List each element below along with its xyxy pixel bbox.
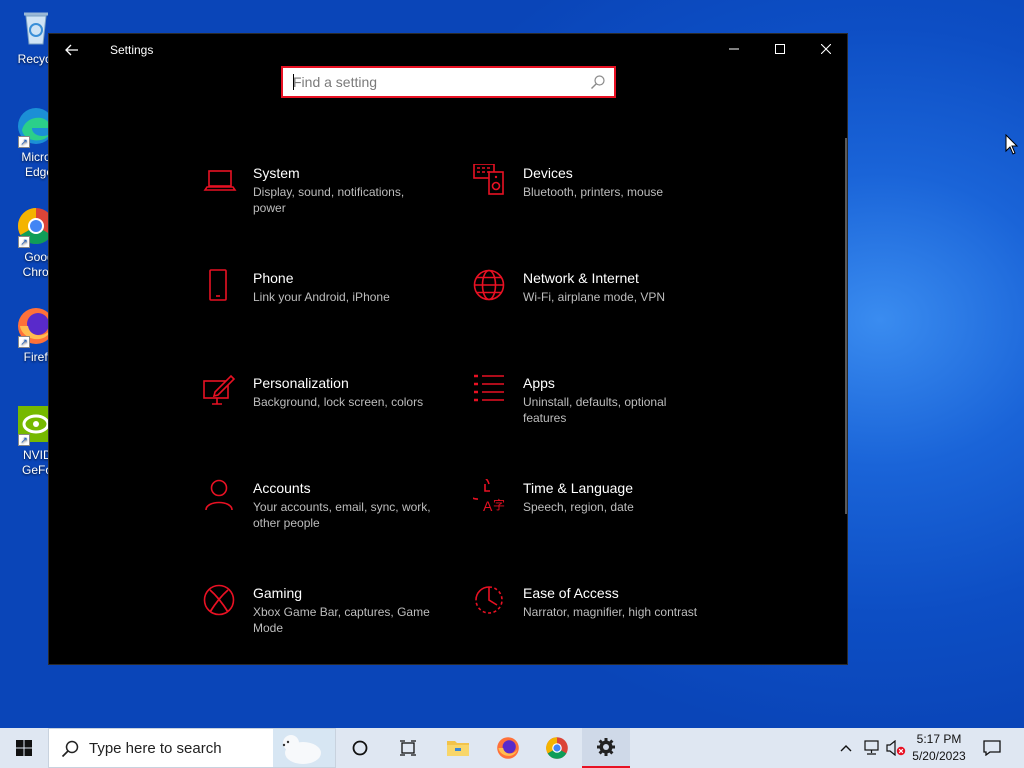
- taskbar-search-box[interactable]: Type here to search: [48, 728, 336, 768]
- category-accounts[interactable]: Accounts Your accounts, email, sync, wor…: [203, 479, 443, 549]
- chrome-icon: [546, 737, 568, 759]
- show-hidden-icons-button[interactable]: [836, 728, 856, 768]
- shortcut-arrow-icon: ↗: [18, 434, 30, 446]
- globe-icon: [473, 269, 507, 303]
- category-title: Ease of Access: [523, 585, 619, 601]
- task-view-button[interactable]: [384, 728, 432, 768]
- scrollbar[interactable]: [845, 138, 847, 514]
- folder-icon: [447, 741, 469, 756]
- network-tray-button[interactable]: [860, 728, 884, 768]
- taskbar-search-text: Type here to search: [89, 740, 222, 757]
- window-title: Settings: [110, 43, 154, 57]
- taskbar: Type here to search 5:17 PM 5/20/2023: [0, 728, 1024, 768]
- category-description: Your accounts, email, sync, work, other …: [253, 500, 431, 530]
- category-description: Speech, region, date: [523, 500, 634, 514]
- close-button[interactable]: [803, 34, 849, 66]
- windows-logo-icon: [16, 740, 32, 756]
- laptop-icon: [203, 164, 237, 198]
- taskbar-file-explorer[interactable]: [434, 728, 482, 768]
- category-title: Time & Language: [523, 480, 633, 496]
- category-title: System: [253, 165, 300, 181]
- xbox-icon: [203, 584, 237, 618]
- close-icon: [820, 43, 832, 55]
- taskbar-clock[interactable]: 5:17 PM 5/20/2023: [905, 731, 973, 765]
- shortcut-arrow-icon: ↗: [18, 236, 30, 248]
- search-icon[interactable]: [590, 74, 606, 90]
- start-button[interactable]: [0, 728, 48, 768]
- notification-icon: [983, 740, 1001, 756]
- category-description: Display, sound, notifications, power: [253, 185, 405, 215]
- person-icon: [203, 479, 237, 513]
- taskbar-settings[interactable]: [582, 728, 630, 768]
- category-description: Wi-Fi, airplane mode, VPN: [523, 290, 666, 304]
- category-description: Narrator, magnifier, high contrast: [523, 605, 698, 619]
- category-description: Bluetooth, printers, mouse: [523, 185, 664, 199]
- category-title: Network & Internet: [523, 270, 639, 286]
- clock-date: 5/20/2023: [912, 749, 966, 763]
- find-setting-input[interactable]: [283, 68, 573, 96]
- cortana-circle-icon: [352, 740, 368, 756]
- category-system[interactable]: System Display, sound, notifications, po…: [203, 164, 443, 234]
- maximize-icon: [775, 44, 785, 54]
- category-personalization[interactable]: Personalization Background, lock screen,…: [203, 374, 443, 444]
- category-title: Phone: [253, 270, 294, 286]
- firefox-icon: [497, 737, 519, 759]
- back-button[interactable]: [61, 40, 83, 60]
- category-description: Link your Android, iPhone: [253, 290, 390, 304]
- category-gaming[interactable]: Gaming Xbox Game Bar, captures, Game Mod…: [203, 584, 443, 654]
- svg-text:A: A: [483, 498, 493, 513]
- category-time-language[interactable]: A字 Time & Language Speech, region, date: [464, 474, 713, 549]
- search-box: [281, 66, 616, 98]
- time-language-icon: A字: [464, 474, 507, 514]
- shortcut-arrow-icon: ↗: [18, 336, 30, 348]
- polar-bear-icon: [273, 729, 335, 767]
- arrow-left-icon: [65, 44, 78, 56]
- category-description: Background, lock screen, colors: [253, 395, 424, 409]
- cortana-button[interactable]: [336, 728, 384, 768]
- minimize-icon: [729, 48, 739, 50]
- taskbar-firefox[interactable]: [484, 728, 532, 768]
- minimize-button[interactable]: [711, 34, 757, 66]
- gear-icon: [597, 738, 615, 756]
- category-title: Apps: [523, 375, 555, 391]
- category-title: Gaming: [253, 585, 303, 601]
- category-description: Xbox Game Bar, captures, Game Mode: [253, 605, 430, 635]
- category-apps[interactable]: Apps Uninstall, defaults, optional featu…: [473, 374, 713, 444]
- shortcut-arrow-icon: ↗: [18, 136, 30, 148]
- svg-text:字: 字: [493, 497, 505, 512]
- personalization-icon: [203, 374, 237, 408]
- maximize-button[interactable]: [757, 34, 803, 66]
- taskbar-chrome[interactable]: [533, 728, 581, 768]
- category-ease-of-access[interactable]: Ease of Access Narrator, magnifier, high…: [473, 584, 713, 654]
- title-bar: Settings: [49, 34, 847, 66]
- category-description: Uninstall, defaults, optional features: [523, 395, 667, 425]
- clock-time: 5:17 PM: [916, 732, 962, 746]
- category-network-internet[interactable]: Network & Internet Wi-Fi, airplane mode,…: [473, 269, 713, 339]
- phone-icon: [203, 269, 237, 303]
- category-title: Accounts: [253, 480, 311, 496]
- settings-window: Settings System Display, sound, notifica…: [48, 33, 848, 665]
- category-phone[interactable]: Phone Link your Android, iPhone: [203, 269, 443, 339]
- task-view-icon: [400, 740, 416, 756]
- action-center-button[interactable]: [974, 728, 1010, 768]
- category-title: Devices: [523, 165, 573, 181]
- mouse-cursor-icon: [1005, 134, 1019, 155]
- apps-list-icon: [473, 374, 507, 408]
- volume-muted-icon: [886, 740, 906, 756]
- text-caret: [293, 74, 294, 90]
- category-devices[interactable]: Devices Bluetooth, printers, mouse: [473, 163, 713, 234]
- chevron-up-icon: [840, 745, 852, 752]
- search-icon: [61, 740, 79, 758]
- network-icon: [864, 740, 879, 755]
- devices-icon: [473, 163, 507, 198]
- category-title: Personalization: [253, 375, 349, 391]
- ease-of-access-icon: [473, 584, 507, 618]
